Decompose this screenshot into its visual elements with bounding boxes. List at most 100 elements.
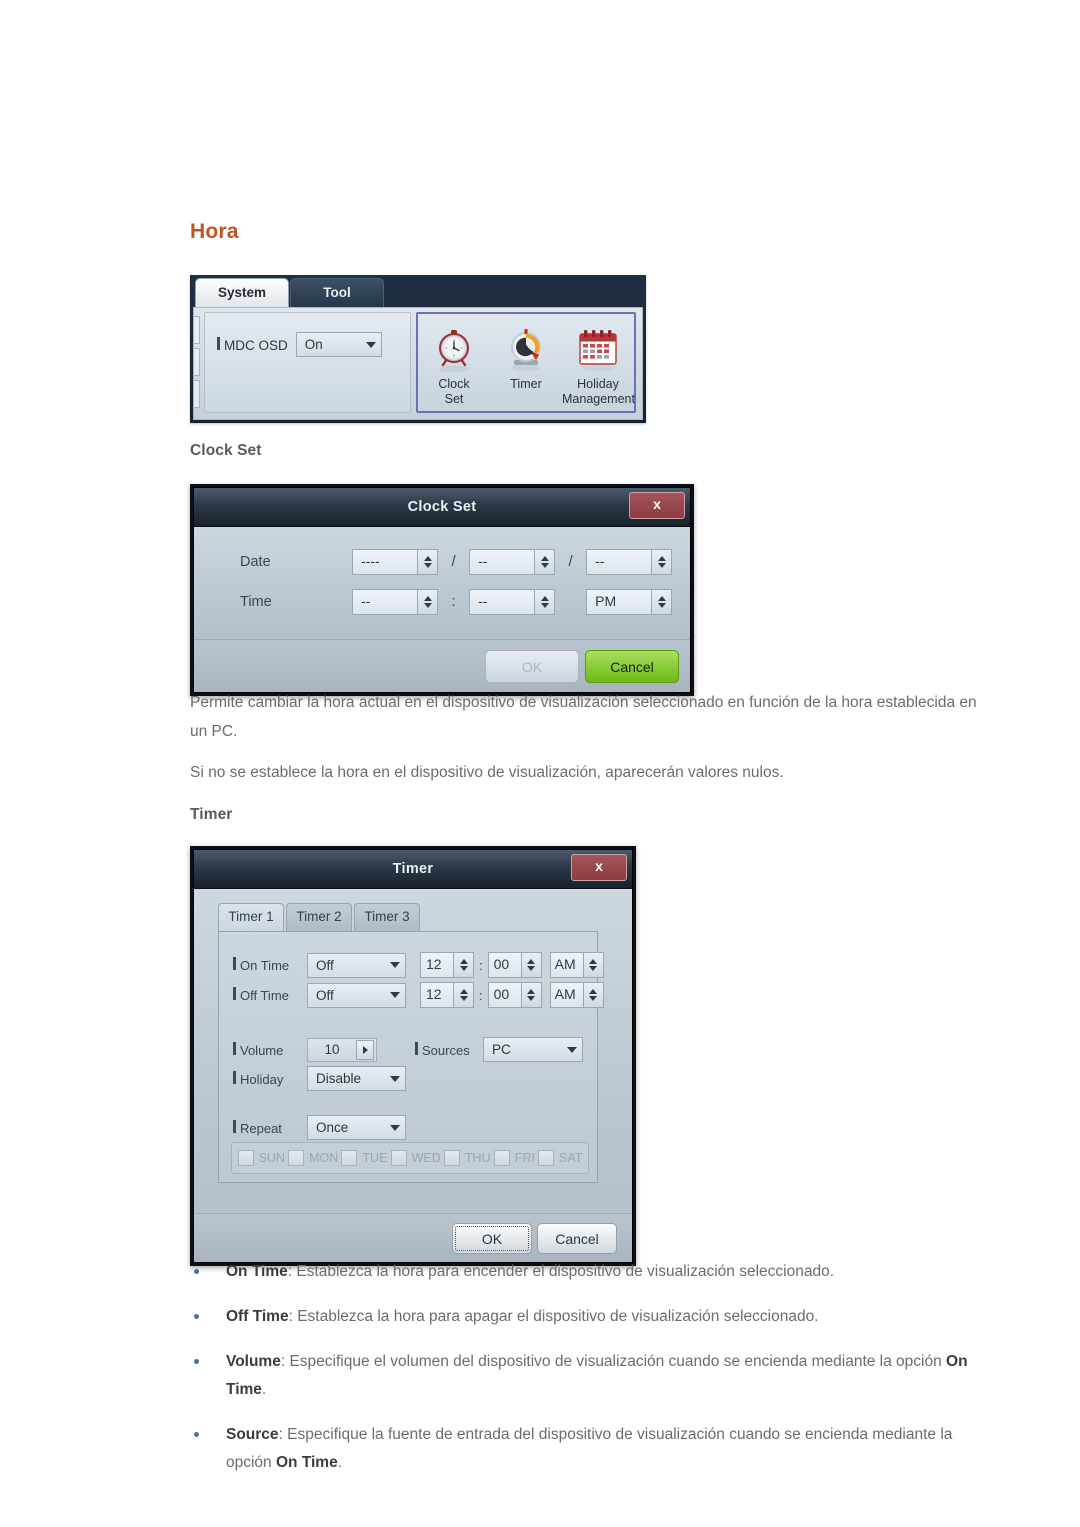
off-time-row: Off Time Off 12 : 00 AM bbox=[233, 982, 604, 1008]
bullet-term: On Time bbox=[226, 1263, 288, 1280]
off-time-mode-value: Off bbox=[316, 987, 334, 1003]
bullet-term: Source bbox=[226, 1426, 279, 1443]
time-meridiem-spinner[interactable]: PM bbox=[586, 589, 673, 615]
repeat-value: Once bbox=[316, 1120, 349, 1135]
clock-set-title: Clock Set bbox=[407, 499, 477, 515]
time-label: Time bbox=[240, 594, 272, 610]
timer-dialog: Timer x Timer 1 Timer 2 Timer 3 On Time bbox=[190, 846, 636, 1266]
clock-set-body: Date Time ---- / -- / -- --: -- PM bbox=[194, 527, 690, 639]
off-time-mode-select[interactable]: Off bbox=[307, 982, 406, 1008]
ribbon-group-osd: MDC OSD On bbox=[204, 312, 411, 413]
volume-label: Volume bbox=[233, 1041, 307, 1058]
timer-dialog-inner: Timer x Timer 1 Timer 2 Timer 3 On Time bbox=[193, 849, 633, 1263]
bullet-text-2: . bbox=[337, 1454, 343, 1471]
holiday-management-icon bbox=[562, 320, 634, 374]
off-time-meridiem-spinner[interactable]: AM bbox=[549, 982, 604, 1008]
timer-ok-button[interactable]: OK bbox=[452, 1223, 532, 1254]
off-time-meridiem-value: AM bbox=[554, 986, 576, 1002]
ribbon-edge-stub bbox=[194, 316, 200, 412]
subheading-timer: Timer bbox=[190, 806, 233, 823]
holiday-row: Holiday Disable bbox=[233, 1066, 406, 1091]
spinner-arrows-icon[interactable] bbox=[582, 983, 603, 1007]
timer-tab-bar: Timer 1 Timer 2 Timer 3 bbox=[218, 903, 598, 931]
volume-slider[interactable]: 10 bbox=[307, 1037, 377, 1062]
on-time-minute-value: 00 bbox=[493, 956, 510, 972]
checkbox-wed[interactable]: WED bbox=[390, 1150, 441, 1166]
ribbon-button-clock-set-label: Clock Set bbox=[438, 377, 470, 406]
sources-select[interactable]: PC bbox=[483, 1037, 583, 1062]
date-label: Date bbox=[240, 554, 271, 570]
checkbox-tue[interactable]: TUE bbox=[341, 1150, 387, 1166]
checkbox-mon[interactable]: MON bbox=[288, 1150, 338, 1166]
on-time-meridiem-spinner[interactable]: AM bbox=[549, 952, 604, 978]
slider-handle-icon[interactable] bbox=[356, 1039, 374, 1060]
list-item: Source: Especifique la fuente de entrada… bbox=[190, 1421, 990, 1477]
date-day-spinner[interactable]: -- bbox=[586, 549, 673, 575]
ribbon-button-holiday-management-label: Holiday Management bbox=[562, 377, 635, 406]
spinner-arrows-icon[interactable] bbox=[651, 590, 672, 614]
holiday-select[interactable]: Disable bbox=[307, 1066, 406, 1091]
on-time-hour-spinner[interactable]: 12 bbox=[420, 952, 474, 978]
checkbox-sat[interactable]: SAT bbox=[538, 1150, 582, 1166]
on-time-minute-spinner[interactable]: 00 bbox=[487, 952, 542, 978]
bullet-list: On Time: Establezca la hora para encende… bbox=[190, 1258, 990, 1494]
time-hour-spinner[interactable]: -- bbox=[352, 589, 438, 615]
mdc-osd-select[interactable]: On bbox=[295, 332, 382, 357]
timer-tab-2[interactable]: Timer 2 bbox=[286, 903, 352, 931]
spinner-arrows-icon[interactable] bbox=[534, 590, 555, 614]
spinner-arrows-icon[interactable] bbox=[582, 953, 603, 977]
off-time-minute-spinner[interactable]: 00 bbox=[487, 982, 542, 1008]
checkbox-icon bbox=[341, 1150, 358, 1166]
bullet-term-2: On Time bbox=[275, 1454, 338, 1471]
spinner-arrows-icon[interactable] bbox=[417, 550, 437, 574]
ribbon-icon-row: Clock Set Timer Holiday Management bbox=[418, 320, 635, 406]
time-minute-spinner[interactable]: -- bbox=[469, 589, 556, 615]
ribbon-tab-system[interactable]: System bbox=[195, 278, 289, 308]
timer-title: Timer bbox=[392, 861, 434, 877]
timer-tab-3[interactable]: Timer 3 bbox=[354, 903, 420, 931]
ribbon-button-clock-set[interactable]: Clock Set bbox=[418, 320, 490, 406]
mdc-osd-label: MDC OSD bbox=[217, 336, 288, 353]
date-day-value: -- bbox=[595, 553, 605, 569]
on-time-mode-value: Off bbox=[316, 957, 334, 973]
on-time-mode-select[interactable]: Off bbox=[307, 952, 406, 978]
clock-set-titlebar: Clock Set x bbox=[194, 488, 690, 527]
timer-tab-1[interactable]: Timer 1 bbox=[218, 903, 284, 931]
mdc-osd-row: MDC OSD On bbox=[217, 332, 382, 357]
mdc-osd-value: On bbox=[304, 337, 323, 352]
close-icon[interactable]: x bbox=[629, 492, 685, 519]
date-separator-2: / bbox=[568, 553, 573, 571]
date-year-spinner[interactable]: ---- bbox=[352, 549, 438, 575]
checkbox-thu[interactable]: THU bbox=[443, 1150, 491, 1166]
on-time-meridiem-value: AM bbox=[554, 956, 576, 972]
bullet-term: Off Time bbox=[226, 1308, 289, 1325]
spinner-arrows-icon[interactable] bbox=[417, 590, 437, 614]
repeat-select[interactable]: Once bbox=[307, 1115, 406, 1140]
date-month-spinner[interactable]: -- bbox=[469, 549, 556, 575]
date-separator-1: / bbox=[451, 553, 456, 571]
clock-set-cancel-button[interactable]: Cancel bbox=[585, 650, 679, 683]
spinner-arrows-icon[interactable] bbox=[520, 983, 541, 1007]
spinner-arrows-icon[interactable] bbox=[453, 953, 473, 977]
spinner-arrows-icon[interactable] bbox=[651, 550, 672, 574]
timer-body: Timer 1 Timer 2 Timer 3 On Time Off 12:… bbox=[194, 889, 632, 1213]
bullet-dot-icon bbox=[194, 1314, 199, 1319]
checkbox-fri[interactable]: FRI bbox=[493, 1150, 535, 1166]
off-time-hour-spinner[interactable]: 12 bbox=[420, 982, 474, 1008]
bullet-term: Volume bbox=[226, 1353, 281, 1370]
close-icon[interactable]: x bbox=[571, 854, 627, 881]
time-meridiem-value: PM bbox=[595, 593, 617, 609]
weekday-checkbox-group: SUN MON TUE WED THU FRI SAT bbox=[231, 1142, 589, 1174]
timer-titlebar: Timer x bbox=[194, 850, 632, 889]
spinner-arrows-icon[interactable] bbox=[520, 953, 541, 977]
bullet-text: : Establezca la hora para encender el di… bbox=[287, 1263, 835, 1280]
checkbox-sun[interactable]: SUN bbox=[237, 1150, 285, 1166]
spinner-arrows-icon[interactable] bbox=[534, 550, 555, 574]
spinner-arrows-icon[interactable] bbox=[453, 983, 473, 1007]
timer-cancel-button[interactable]: Cancel bbox=[537, 1223, 617, 1254]
ribbon-tab-tool[interactable]: Tool bbox=[290, 278, 384, 308]
ribbon-button-holiday-management[interactable]: Holiday Management bbox=[562, 320, 635, 406]
checkbox-icon bbox=[443, 1150, 460, 1166]
clock-set-ok-button[interactable]: OK bbox=[485, 650, 579, 683]
ribbon-button-timer[interactable]: Timer bbox=[490, 320, 562, 406]
